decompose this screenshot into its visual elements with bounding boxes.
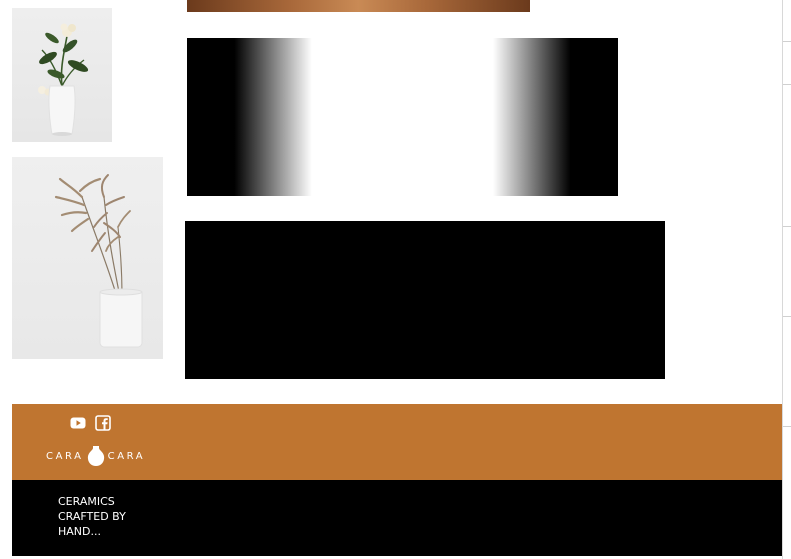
social-links	[70, 415, 111, 431]
scrollbar-divider	[783, 426, 791, 427]
facebook-icon[interactable]	[95, 415, 111, 431]
scrollbar-divider	[783, 226, 791, 227]
brand-logo[interactable]: CARA CARA	[46, 445, 145, 467]
footer-tagline-bar: CERAMICS CRAFTED BY HAND...	[12, 480, 782, 556]
brand-name-left: CARA	[46, 450, 84, 462]
scrollbar[interactable]	[782, 0, 791, 559]
pottery-image	[187, 0, 530, 12]
vase-logo-icon	[87, 446, 104, 466]
video-player[interactable]	[185, 221, 665, 379]
brand-name-right: CARA	[107, 450, 146, 462]
flower-vase-illustration	[38, 23, 89, 136]
youtube-icon-graphic	[70, 417, 86, 429]
footer-tagline: CERAMICS CRAFTED BY HAND...	[58, 495, 126, 538]
facebook-icon-graphic	[95, 415, 111, 431]
flower-vase-image[interactable]	[12, 8, 112, 142]
scrollbar-divider	[783, 84, 791, 85]
scrollbar-divider	[783, 41, 791, 42]
page: CARA CARA CERAMICS CRAFTED BY HAND...	[0, 0, 791, 559]
gradient-image	[187, 38, 618, 196]
reed-vase-image[interactable]	[12, 157, 163, 359]
scrollbar-divider	[783, 316, 791, 317]
reed-vase-illustration	[54, 174, 143, 348]
footer-brand-bar: CARA CARA	[12, 404, 782, 480]
youtube-icon[interactable]	[70, 415, 86, 431]
